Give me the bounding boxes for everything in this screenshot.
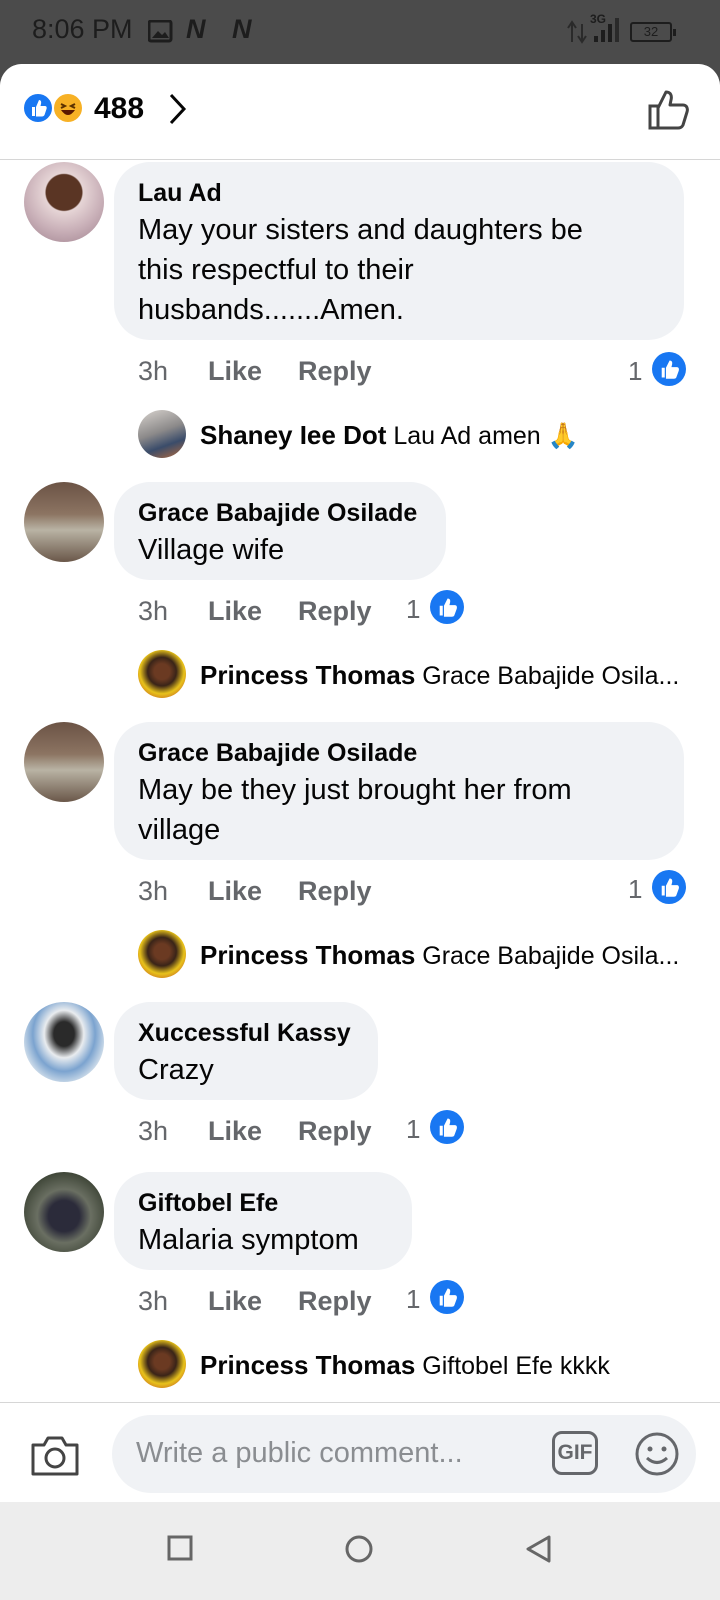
camera-icon[interactable] [30,1433,80,1477]
comment-time: 3h [138,1286,169,1316]
comment-bubble[interactable]: Xuccessful Kassy Crazy [114,1002,378,1100]
reply-preview[interactable]: Shaney Iee Dot Lau Ad amen 🙏 [200,420,579,451]
like-button[interactable]: Like [208,596,262,627]
reply-preview[interactable]: Princess Thomas Grace Babajide Osila... [200,660,679,691]
comment-input[interactable]: Write a public comment... GIF [112,1415,696,1493]
reply-button[interactable]: Reply [298,596,372,627]
comments-list: Lau Ad May your sisters and daughters be… [0,160,720,1402]
network-type: 3G [590,12,607,26]
avatar[interactable] [24,1002,104,1082]
back-button-icon[interactable] [524,1534,552,1564]
thumbs-up-icon[interactable] [646,88,692,134]
like-count: 1 [628,356,643,386]
comment-text-line: May your sisters and daughters be [138,214,583,246]
comment-composer: Write a public comment... GIF [0,1402,720,1502]
netflix-notification-icon-2: N [232,14,252,44]
comment-input-placeholder: Write a public comment... [136,1437,463,1469]
like-button[interactable]: Like [208,356,262,387]
emoji-icon[interactable] [634,1431,680,1477]
comment-time: 3h [138,1116,169,1146]
like-button[interactable]: Like [208,876,262,907]
status-bar: 8:06 PM N N 3G 32 [0,0,720,64]
status-time: 8:06 PM [32,14,133,44]
reply-author[interactable]: Princess Thomas [200,1350,415,1380]
netflix-notification-icon: N [186,14,206,44]
reply-author[interactable]: Princess Thomas [200,660,415,690]
comment-text: Village wife [138,534,285,566]
reply-button[interactable]: Reply [298,1286,372,1317]
avatar[interactable] [24,1172,104,1252]
avatar[interactable] [24,162,104,242]
home-button-icon[interactable] [344,1534,374,1564]
avatar[interactable] [138,930,186,978]
reply-author[interactable]: Shaney Iee Dot [200,420,386,450]
like-badge-icon [652,352,686,386]
like-badge-icon [430,1280,464,1314]
like-badge-icon [430,590,464,624]
comments-sheet: 488 Lau Ad May your sisters and daughter… [0,64,720,1502]
reaction-count[interactable]: 488 [94,92,144,126]
reply-preview[interactable]: Princess Thomas Giftobel Efe kkkk [200,1350,610,1381]
battery-icon: 32 [630,22,676,42]
avatar[interactable] [138,1340,186,1388]
reply-button[interactable]: Reply [298,356,372,387]
gif-button[interactable]: GIF [552,1431,598,1475]
comment-author[interactable]: Giftobel Efe [138,1186,388,1220]
like-reaction-icon [22,92,54,124]
like-count: 1 [628,874,643,904]
like-count: 1 [406,594,421,624]
gallery-notification-icon [148,20,173,43]
reply-text: Giftobel Efe kkkk [422,1352,610,1380]
avatar[interactable] [24,482,104,562]
comment-bubble[interactable]: Lau Ad May your sisters and daughters be… [114,162,684,340]
like-button[interactable]: Like [208,1286,262,1317]
like-badge-icon [430,1110,464,1144]
reply-button[interactable]: Reply [298,1116,372,1147]
comment-time: 3h [138,356,169,386]
recents-button-icon[interactable] [166,1534,194,1562]
comment-text-line: husbands.......Amen. [138,294,404,326]
comment-bubble[interactable]: Grace Babajide Osilade Village wife [114,482,446,580]
reply-author[interactable]: Princess Thomas [200,940,415,970]
like-button[interactable]: Like [208,1116,262,1147]
haha-reaction-icon [52,92,84,124]
avatar[interactable] [138,410,186,458]
like-count: 1 [406,1284,421,1314]
reply-preview[interactable]: Princess Thomas Grace Babajide Osila... [200,940,679,971]
reply-button[interactable]: Reply [298,876,372,907]
system-nav-bar [0,1502,720,1600]
comment-author[interactable]: Grace Babajide Osilade [138,496,422,530]
reactions-header: 488 [0,64,720,160]
comment-time: 3h [138,876,169,906]
comment-text-line: this respectful to their [138,254,414,286]
avatar[interactable] [24,722,104,802]
chevron-right-icon[interactable] [166,92,190,126]
comment-author[interactable]: Xuccessful Kassy [138,1016,354,1050]
comment-text: Malaria symptom [138,1224,359,1256]
comment-bubble[interactable]: Grace Babajide Osilade May be they just … [114,722,684,860]
comment-time: 3h [138,596,169,626]
reply-text: Grace Babajide Osila... [422,942,680,970]
like-count: 1 [406,1114,421,1144]
comment-bubble[interactable]: Giftobel Efe Malaria symptom [114,1172,412,1270]
comment-text-line: May be they just brought her from [138,774,572,806]
reply-text: Lau Ad amen 🙏 [393,422,579,450]
comment-text-line: village [138,814,221,846]
comment-author[interactable]: Lau Ad [138,176,660,210]
comment-text: Crazy [138,1054,214,1086]
reply-text: Grace Babajide Osila... [422,662,680,690]
like-badge-icon [652,870,686,904]
comment-author[interactable]: Grace Babajide Osilade [138,736,660,770]
avatar[interactable] [138,650,186,698]
